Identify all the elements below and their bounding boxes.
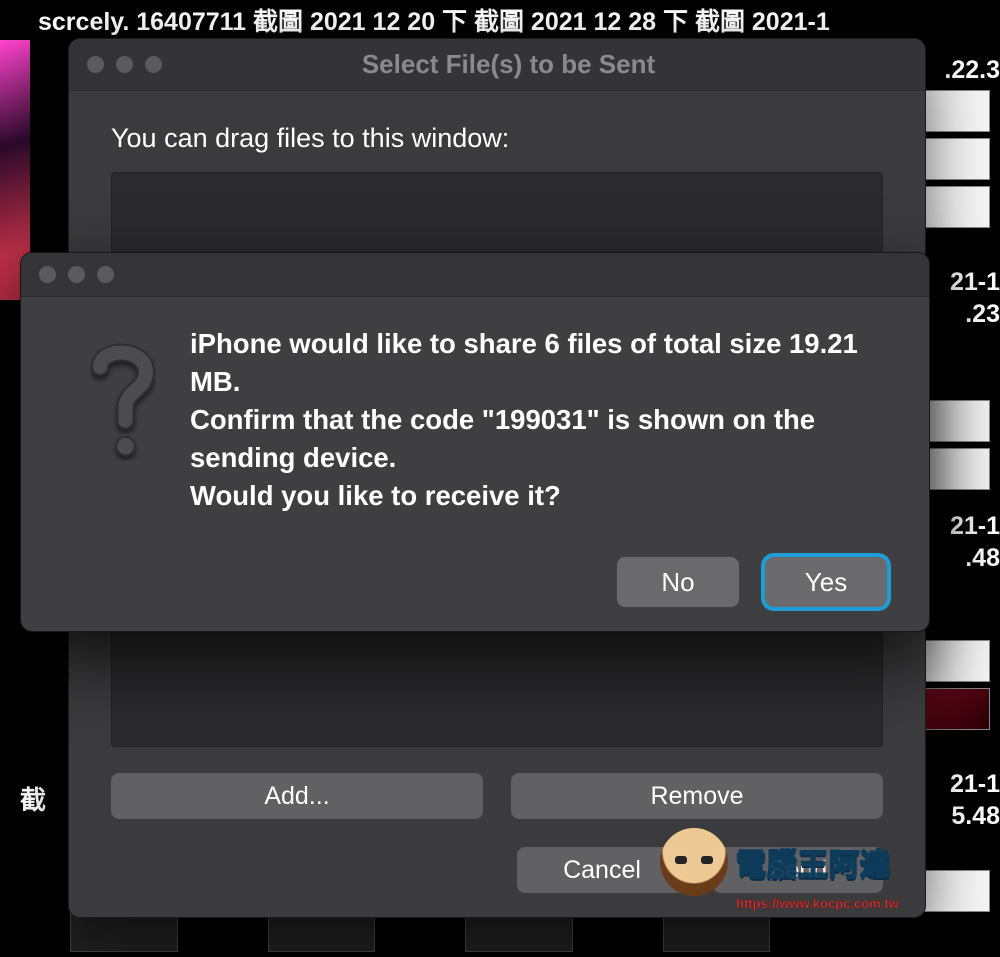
dialog-titlebar[interactable] — [21, 253, 929, 297]
dialog-body: iPhone would like to share 6 files of to… — [21, 297, 929, 631]
close-dialog-button[interactable] — [39, 266, 56, 283]
minimize-dialog-button[interactable] — [68, 266, 85, 283]
add-button[interactable]: Add... — [111, 773, 483, 819]
desktop-thumbnail[interactable] — [465, 912, 573, 952]
desktop-thumbnail[interactable] — [268, 912, 376, 952]
desktop-file-label: 截 — [20, 780, 46, 817]
no-button[interactable]: No — [617, 557, 739, 607]
desktop-thumbnail[interactable] — [663, 912, 771, 952]
zoom-dialog-button[interactable] — [97, 266, 114, 283]
window-titlebar[interactable]: Select File(s) to be Sent — [69, 39, 925, 91]
dialog-message: iPhone would like to share 6 files of to… — [190, 321, 895, 557]
desktop-bottom-thumbs — [70, 912, 770, 957]
desktop-thumbnail[interactable] — [70, 912, 178, 952]
window-title: Select File(s) to be Sent — [92, 49, 925, 80]
file-action-row: Add... Remove — [111, 773, 883, 819]
remove-button[interactable]: Remove — [511, 773, 883, 819]
dialog-traffic-lights — [21, 266, 114, 283]
drag-hint-label: You can drag files to this window: — [111, 123, 883, 154]
send-button[interactable]: Send — [713, 847, 883, 893]
cancel-button[interactable]: Cancel — [517, 847, 687, 893]
receive-confirm-dialog: iPhone would like to share 6 files of to… — [20, 252, 930, 632]
window-footer-row: Cancel Send — [111, 847, 883, 893]
question-icon — [55, 321, 190, 557]
yes-button[interactable]: Yes — [765, 557, 887, 607]
dialog-button-row: No Yes — [55, 557, 895, 607]
desktop-filename-row: scrcely. 16407711 截圖 2021 12 20 下 截圖 202… — [38, 2, 830, 38]
